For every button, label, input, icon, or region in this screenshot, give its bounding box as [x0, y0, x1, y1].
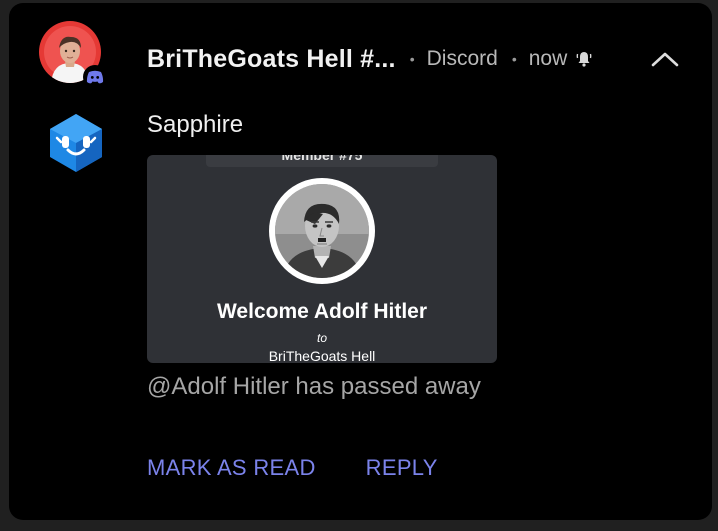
app-name: Discord [426, 47, 498, 70]
welcome-embed[interactable]: Member #75 Welcome Adolf Hitler to BriTh… [147, 155, 497, 363]
server-avatar-group [39, 21, 107, 89]
mark-as-read-button[interactable]: MARK AS READ [147, 455, 316, 481]
welcome-avatar-frame [269, 178, 375, 284]
timestamp: now [528, 47, 568, 70]
welcome-avatar-photo [275, 184, 369, 278]
discord-badge-icon [83, 65, 107, 89]
separator: • [409, 51, 415, 67]
message-text: @Adolf Hitler has passed away [147, 373, 481, 400]
server-name: BriTheGoats Hell #... [147, 44, 396, 73]
sender-name: Sapphire [147, 111, 244, 138]
welcome-server-name: BriTheGoats Hell [268, 348, 376, 363]
notification-card[interactable]: BriTheGoats Hell #... • Discord • now Sa… [9, 3, 712, 520]
notification-header: BriTheGoats Hell #... • Discord • now [147, 39, 593, 79]
member-count-tab: Member #75 [206, 155, 438, 167]
chevron-up-icon[interactable] [645, 39, 685, 79]
welcome-to-label: to [316, 331, 327, 345]
separator: • [511, 51, 517, 67]
welcome-title: Welcome Adolf Hitler [216, 300, 428, 323]
bot-avatar-icon [47, 112, 105, 174]
reply-button[interactable]: REPLY [366, 455, 438, 481]
member-count-label: Member #75 [281, 155, 363, 163]
bell-icon [575, 50, 593, 68]
notification-actions: MARK AS READ REPLY [147, 455, 438, 481]
